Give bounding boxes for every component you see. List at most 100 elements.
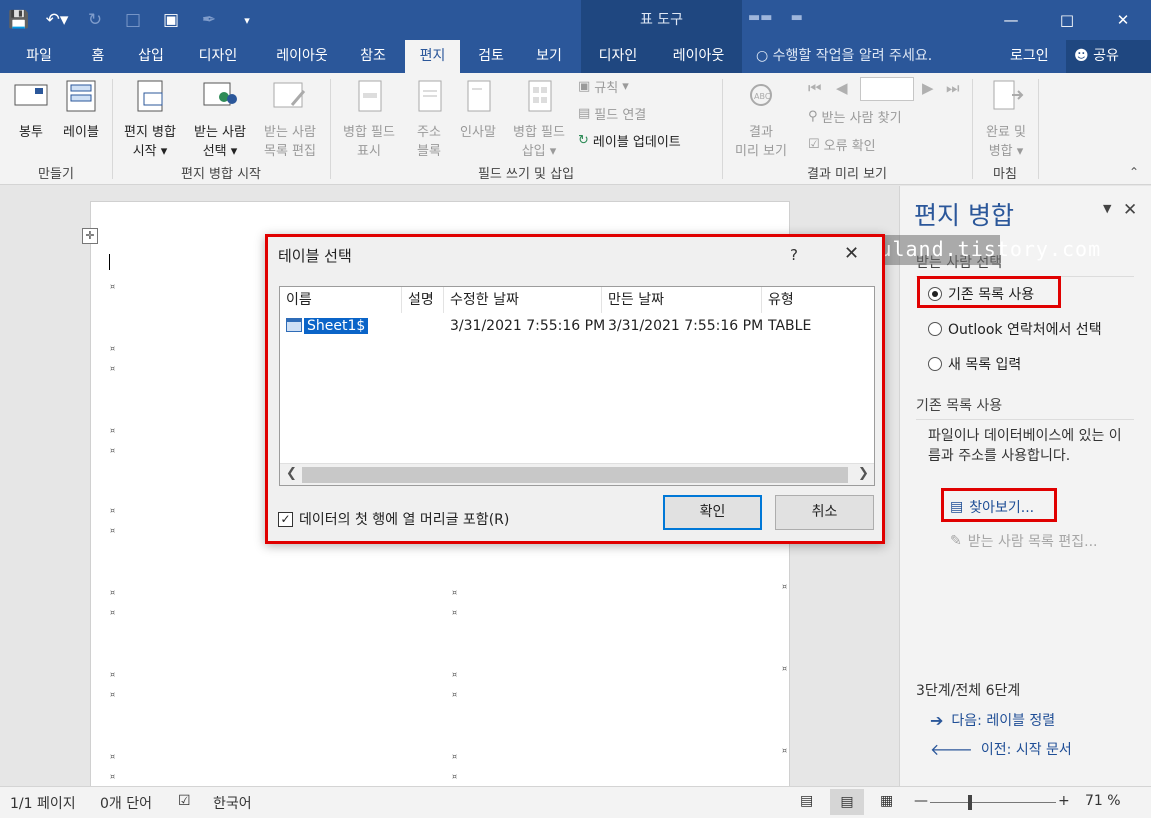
rules-button[interactable]: ▣ 규칙 ▾ bbox=[578, 75, 629, 97]
page-count[interactable]: 1/1 페이지 bbox=[10, 793, 76, 813]
group-create-label: 만들기 bbox=[38, 167, 74, 182]
select-recipients-button[interactable]: 받는 사람 선택 ▾ bbox=[186, 79, 254, 161]
edit-recipient-list-link[interactable]: ✎ 받는 사람 목록 편집... bbox=[950, 531, 1097, 551]
help-button[interactable]: ? bbox=[790, 246, 798, 264]
save-icon[interactable]: 💾 bbox=[0, 0, 38, 40]
language[interactable]: 한국어 bbox=[213, 793, 252, 813]
zoom-level[interactable]: 71 % bbox=[1085, 793, 1121, 809]
mail-merge-pane: 편지 병합 ▼ ✕ 받는 사람 선택 기존 목록 사용 Outlook 연락처에… bbox=[899, 186, 1151, 786]
tell-me-text: 수행할 작업을 알려 주세요. bbox=[772, 48, 933, 64]
quick-access-toolbar: 💾 ↶▾ ↻ □ ▣ ✒ ▾ bbox=[0, 0, 266, 40]
undo-icon[interactable]: ↶▾ bbox=[38, 0, 76, 40]
tab-home[interactable]: 홈 bbox=[80, 40, 116, 73]
cancel-button[interactable]: 취소 bbox=[775, 495, 874, 530]
pane-options-icon[interactable]: ▼ bbox=[1103, 202, 1111, 215]
share-button[interactable]: ☻ 공유 bbox=[1066, 40, 1151, 73]
scrollbar-thumb[interactable] bbox=[302, 467, 848, 483]
cell-marker: ¤ bbox=[110, 526, 116, 535]
record-number-input[interactable] bbox=[860, 77, 914, 101]
insert-merge-field-button[interactable]: 병합 필드 삽입 ▾ bbox=[504, 79, 574, 161]
column-header-type[interactable]: 유형 bbox=[762, 287, 874, 313]
start-mail-merge-button[interactable]: 편지 병합 시작 ▾ bbox=[116, 79, 184, 161]
word-count[interactable]: 0개 단어 bbox=[100, 793, 152, 813]
proofing-icon[interactable]: ☑ bbox=[178, 793, 191, 809]
minimize-icon[interactable]: — bbox=[983, 0, 1039, 40]
zoom-in-icon[interactable]: + bbox=[1058, 793, 1070, 809]
web-layout-icon[interactable]: ▦ bbox=[880, 793, 893, 809]
table-move-handle-icon[interactable]: ✛ bbox=[82, 228, 98, 244]
tell-me-search[interactable]: ○ 수행할 작업을 알려 주세요. bbox=[756, 40, 932, 73]
cell-marker: ¤ bbox=[782, 664, 788, 673]
scroll-right-icon[interactable]: ❯ bbox=[858, 466, 869, 481]
column-header-name[interactable]: 이름 bbox=[280, 287, 402, 313]
address-block-button[interactable]: 주소 블록 bbox=[406, 79, 452, 161]
collapse-ribbon-icon[interactable]: ⌃ bbox=[1129, 165, 1139, 179]
person-add-icon: ☻ bbox=[1074, 48, 1089, 64]
login-link[interactable]: 로그인 bbox=[1010, 40, 1049, 73]
find-recipient-button[interactable]: ⚲ 받는 사람 찾기 bbox=[808, 105, 902, 127]
tab-table-layout[interactable]: 레이아웃 bbox=[655, 40, 742, 73]
restore-icon[interactable]: □ bbox=[1039, 0, 1095, 40]
horizontal-scrollbar[interactable]: ❮ ❯ bbox=[280, 463, 874, 485]
zoom-slider-thumb[interactable] bbox=[968, 795, 972, 810]
first-row-headers-checkbox[interactable]: ✓ 데이터의 첫 행에 열 머리글 포함(R) bbox=[278, 509, 509, 529]
ok-button[interactable]: 확인 bbox=[663, 495, 762, 530]
radio-dot bbox=[928, 357, 942, 371]
envelopes-button[interactable]: 봉투 bbox=[8, 79, 54, 142]
preview-results-button[interactable]: ABC 결과 미리 보기 bbox=[726, 79, 796, 161]
match-fields-button[interactable]: ▤ 필드 연결 bbox=[578, 102, 646, 124]
table-list[interactable]: 이름 설명 수정한 날짜 만든 날짜 유형 Sheet1$ 3/31/2021 … bbox=[279, 286, 875, 486]
tab-file[interactable]: 파일 bbox=[14, 40, 64, 73]
last-record-icon[interactable]: ⏭ bbox=[946, 79, 960, 97]
row-name-cell[interactable]: Sheet1$ bbox=[286, 315, 369, 337]
tab-review[interactable]: 검토 bbox=[468, 40, 514, 73]
comment-icon[interactable]: □ bbox=[114, 0, 152, 40]
tab-view[interactable]: 보기 bbox=[526, 40, 572, 73]
redo-icon[interactable]: ↻ bbox=[76, 0, 114, 40]
tab-design[interactable]: 디자인 bbox=[186, 40, 250, 73]
greeting-line-icon bbox=[467, 80, 491, 112]
customize-qat-icon[interactable]: ▾ bbox=[228, 0, 266, 40]
pane-close-icon[interactable]: ✕ bbox=[1123, 200, 1137, 220]
ribbon-mailings: 봉투 레이블 만들기 편지 병합 시작 ▾ 받는 사람 선택 ▾ 받는 사람 목… bbox=[0, 73, 1151, 185]
highlight-merge-fields-button[interactable]: 병합 필드 표시 bbox=[334, 79, 404, 161]
tab-table-design[interactable]: 디자인 bbox=[581, 40, 655, 73]
draw-icon[interactable]: ✒ bbox=[190, 0, 228, 40]
previous-record-icon[interactable]: ◀ bbox=[836, 79, 848, 97]
previous-step-link[interactable]: 🡐 이전: 시작 문서 bbox=[930, 739, 1072, 759]
screenshot-icon[interactable]: ▣ bbox=[152, 0, 190, 40]
print-layout-icon[interactable]: ▤ bbox=[830, 789, 864, 815]
column-header-created[interactable]: 만든 날짜 bbox=[602, 287, 762, 313]
dialog-close-icon[interactable]: ✕ bbox=[844, 243, 859, 264]
column-header-description[interactable]: 설명 bbox=[402, 287, 444, 313]
read-mode-icon[interactable]: ▤ bbox=[800, 793, 813, 809]
address-block-icon bbox=[418, 80, 442, 112]
radio-outlook-contacts[interactable]: Outlook 연락처에서 선택 bbox=[928, 319, 1102, 339]
update-labels-button[interactable]: ↻ 레이블 업데이트 bbox=[578, 129, 681, 151]
cell-marker: ¤ bbox=[110, 506, 116, 515]
arrow-left-icon: 🡐 bbox=[930, 740, 973, 759]
rules-icon: ▣ bbox=[578, 78, 591, 94]
labels-button[interactable]: 레이블 bbox=[56, 79, 106, 142]
cell-marker: ¤ bbox=[110, 772, 116, 781]
edit-list-icon: ✎ bbox=[950, 533, 962, 549]
first-record-icon[interactable]: ⏮ bbox=[808, 79, 822, 97]
next-step-link[interactable]: ➔ 다음: 레이블 정렬 bbox=[930, 710, 1055, 730]
zoom-out-icon[interactable]: — bbox=[914, 793, 928, 809]
close-window-icon[interactable]: ✕ bbox=[1095, 0, 1151, 40]
check-errors-button[interactable]: ☑ 오류 확인 bbox=[808, 133, 876, 155]
pane-title: 편지 병합 bbox=[914, 201, 1014, 230]
cell-marker: ¤ bbox=[452, 690, 458, 699]
tab-insert[interactable]: 삽입 bbox=[128, 40, 174, 73]
finish-merge-button[interactable]: 완료 및 병합 ▾ bbox=[976, 79, 1036, 161]
next-record-icon[interactable]: ▶ bbox=[922, 79, 934, 97]
column-header-modified[interactable]: 수정한 날짜 bbox=[444, 287, 602, 313]
scroll-left-icon[interactable]: ❮ bbox=[286, 466, 297, 481]
edit-recipient-list-button[interactable]: 받는 사람 목록 편집 bbox=[256, 79, 324, 161]
radio-new-list[interactable]: 새 목록 입력 bbox=[928, 354, 1021, 374]
tab-layout[interactable]: 레이아웃 bbox=[262, 40, 342, 73]
tab-mailings[interactable]: 편지 bbox=[405, 40, 460, 73]
greeting-line-button[interactable]: 인사말 bbox=[454, 79, 502, 142]
tab-references[interactable]: 참조 bbox=[350, 40, 396, 73]
zoom-slider[interactable] bbox=[930, 802, 1056, 803]
